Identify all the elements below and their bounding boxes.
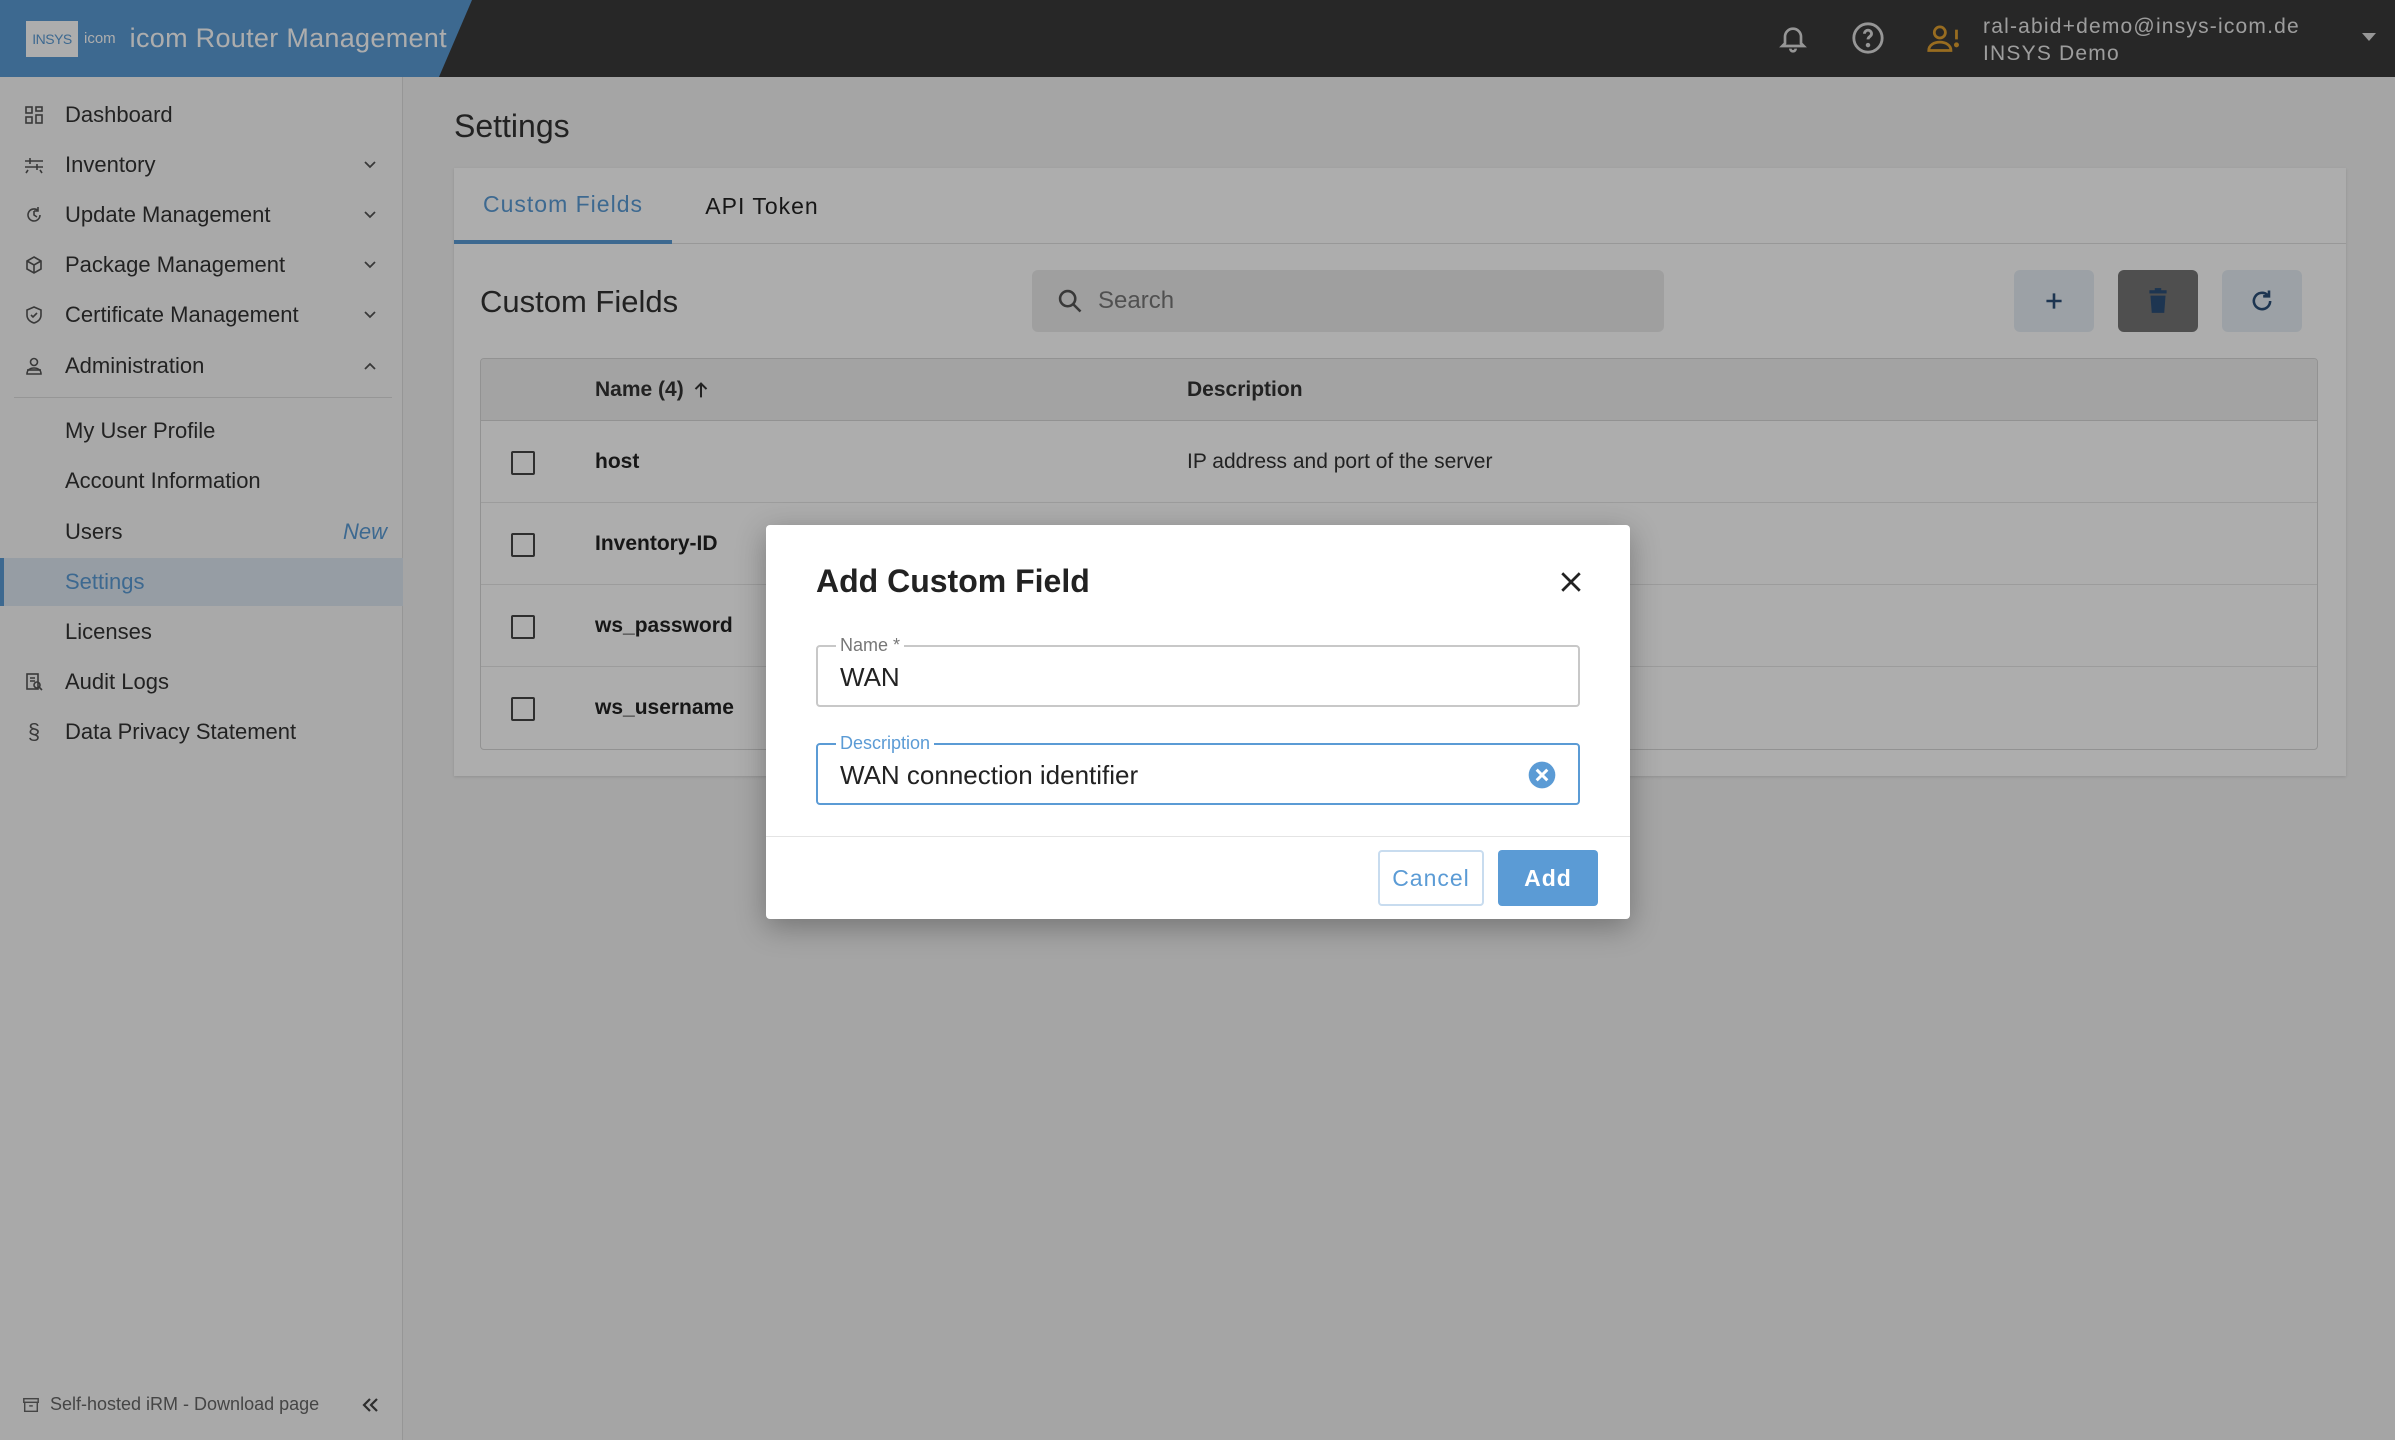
description-field-label: Description <box>836 733 935 754</box>
name-field[interactable]: Name * <box>816 635 1580 707</box>
add-button[interactable]: Add <box>1498 850 1598 906</box>
name-input[interactable] <box>840 659 1520 695</box>
description-field[interactable]: Description <box>816 733 1580 805</box>
dialog-divider <box>766 836 1630 837</box>
clear-input-icon[interactable] <box>1526 759 1558 796</box>
description-input[interactable] <box>840 757 1520 793</box>
close-icon[interactable] <box>1554 565 1588 599</box>
name-field-label: Name * <box>836 635 905 656</box>
dialog-title: Add Custom Field <box>816 563 1090 599</box>
cancel-button[interactable]: Cancel <box>1378 850 1484 906</box>
add-custom-field-dialog: Add Custom Field Name * Description Canc… <box>766 525 1630 919</box>
